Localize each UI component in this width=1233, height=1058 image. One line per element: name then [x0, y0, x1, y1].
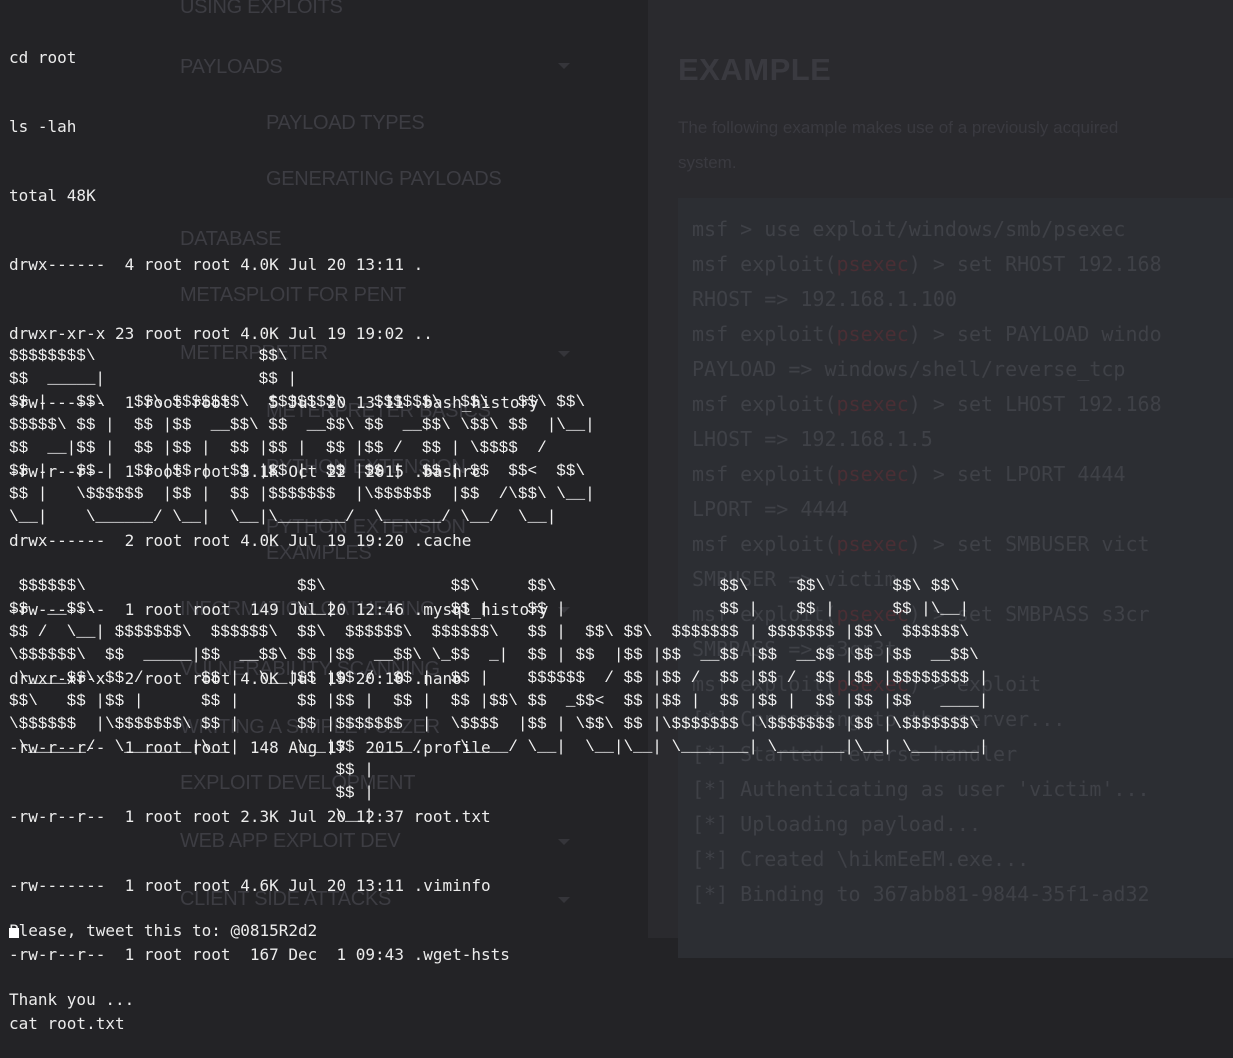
- code-line: RHOST => 192.168.1.100: [692, 287, 957, 311]
- chevron-down-icon[interactable]: [556, 58, 572, 74]
- section-description: The following example makes use of a pre…: [678, 110, 1233, 180]
- terminal-footer: Please, tweet this to: @0815R2d2 Thank y…: [9, 873, 317, 1034]
- code-line: [*] Created \hikmEeEM.exe...: [692, 847, 1030, 871]
- ascii-art-banner: $$$$$$$$\ $$\ $$ _____| $$ | $$ | $$\ $$…: [9, 347, 989, 825]
- terminal-line: total 48K: [9, 186, 96, 205]
- description-line: system.: [678, 153, 737, 172]
- terminal-line: drwx------ 4 root root 4.0K Jul 20 13:11…: [9, 255, 424, 274]
- chevron-down-icon[interactable]: [556, 834, 572, 850]
- terminal-line: drwxr-xr-x 23 root root 4.0K Jul 19 19:0…: [9, 324, 433, 343]
- description-line: The following example makes use of a pre…: [678, 118, 1119, 137]
- code-line: msf > use exploit/windows/smb/psexec: [692, 217, 1126, 241]
- code-line: msf exploit(psexec) > set RHOST 192.168: [692, 252, 1162, 276]
- code-line: [*] Binding to 367abb81-9844-35f1-ad32: [692, 882, 1150, 906]
- terminal-line: cd root: [9, 48, 77, 67]
- thank-you-message: Thank you ...: [9, 990, 135, 1009]
- terminal-line: ls -lah: [9, 117, 77, 136]
- tweet-message: Please, tweet this to: @0815R2d2: [9, 921, 318, 940]
- chevron-down-icon[interactable]: [556, 892, 572, 908]
- section-title: EXAMPLE: [678, 52, 832, 87]
- terminal-cursor[interactable]: [9, 928, 19, 938]
